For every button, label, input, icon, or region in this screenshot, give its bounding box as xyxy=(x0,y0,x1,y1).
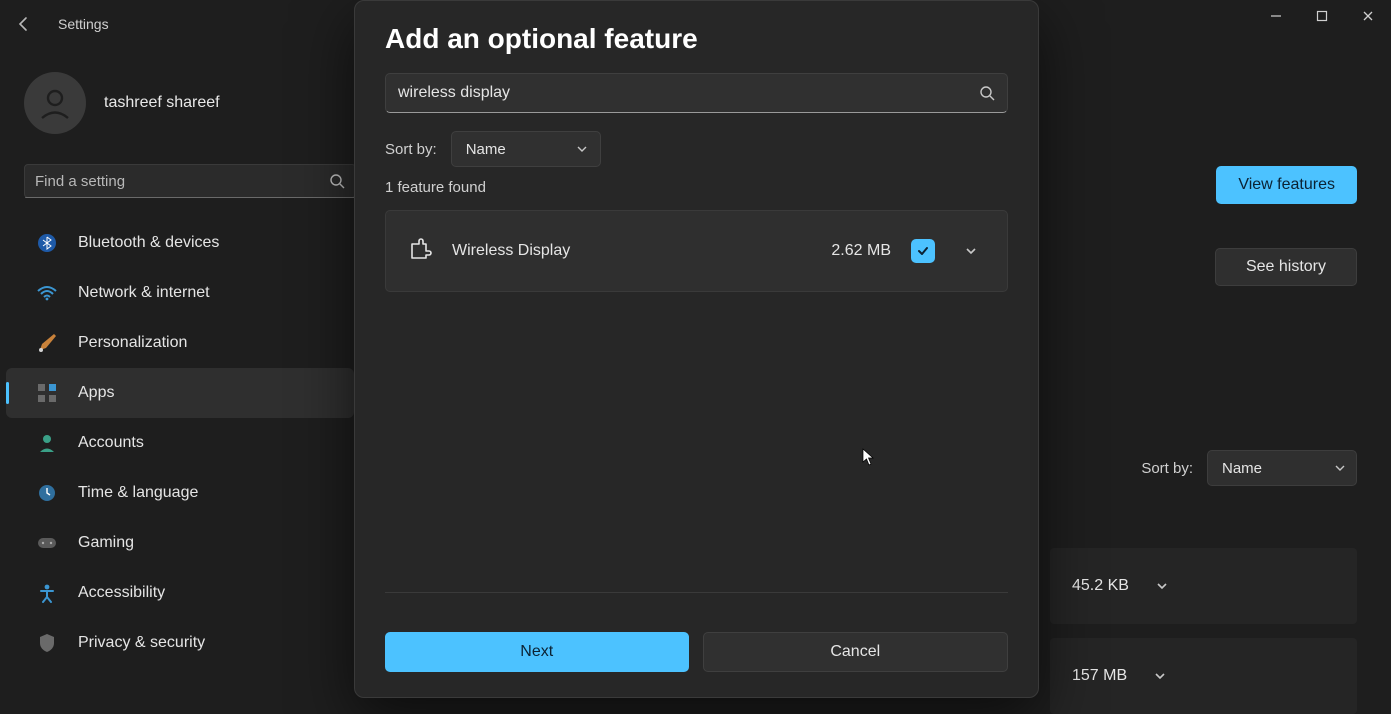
person-icon xyxy=(36,432,58,454)
back-button[interactable] xyxy=(0,0,48,48)
nav-item-person[interactable]: Accounts xyxy=(6,418,354,468)
add-optional-feature-dialog: Add an optional feature Sort by: Name 1 … xyxy=(354,0,1039,698)
bg-sort-label: Sort by: xyxy=(1141,460,1193,477)
chevron-down-icon xyxy=(1334,462,1346,474)
nav-item-bluetooth[interactable]: Bluetooth & devices xyxy=(6,218,354,268)
shield-icon xyxy=(36,632,58,654)
avatar xyxy=(24,72,86,134)
result-count: 1 feature found xyxy=(355,177,1038,210)
chevron-down-icon xyxy=(1153,669,1167,683)
nav-item-wifi[interactable]: Network & internet xyxy=(6,268,354,318)
feature-search-value[interactable] xyxy=(398,84,995,102)
chevron-down-icon xyxy=(1155,579,1169,593)
dialog-title: Add an optional feature xyxy=(355,1,1038,73)
nav-label: Apps xyxy=(78,384,114,402)
feature-size: 45.2 KB xyxy=(1072,577,1129,595)
clock-icon xyxy=(36,482,58,504)
nav-item-access[interactable]: Accessibility xyxy=(6,568,354,618)
window-close[interactable] xyxy=(1345,0,1391,32)
find-setting-input[interactable]: Find a setting xyxy=(24,164,356,198)
feature-size: 157 MB xyxy=(1072,667,1127,685)
installed-feature-row[interactable]: 157 MB xyxy=(1050,638,1357,714)
next-button[interactable]: Next xyxy=(385,632,689,672)
feature-size: 2.62 MB xyxy=(831,242,891,260)
brush-icon xyxy=(36,332,58,354)
nav-label: Personalization xyxy=(78,334,187,352)
puzzle-icon xyxy=(406,238,432,264)
nav-item-gamepad[interactable]: Gaming xyxy=(6,518,354,568)
nav-label: Time & language xyxy=(78,484,198,502)
cancel-button[interactable]: Cancel xyxy=(703,632,1009,672)
nav-label: Accounts xyxy=(78,434,144,452)
search-icon xyxy=(329,173,345,189)
nav-label: Accessibility xyxy=(78,584,165,602)
gamepad-icon xyxy=(36,532,58,554)
bluetooth-icon xyxy=(36,232,58,254)
bg-sort-dropdown[interactable]: Name xyxy=(1207,450,1357,486)
expand-button[interactable] xyxy=(955,235,987,267)
find-setting-placeholder: Find a setting xyxy=(35,173,125,190)
dialog-sort-dropdown[interactable]: Name xyxy=(451,131,601,167)
nav-item-clock[interactable]: Time & language xyxy=(6,468,354,518)
nav-label: Network & internet xyxy=(78,284,210,302)
dialog-sort-label: Sort by: xyxy=(385,141,437,158)
nav-item-brush[interactable]: Personalization xyxy=(6,318,354,368)
wifi-icon xyxy=(36,282,58,304)
nav-label: Gaming xyxy=(78,534,134,552)
view-features-button[interactable]: View features xyxy=(1216,166,1357,204)
feature-checkbox[interactable] xyxy=(911,239,935,263)
apps-icon xyxy=(36,382,58,404)
see-history-button[interactable]: See history xyxy=(1215,248,1357,286)
nav-item-apps[interactable]: Apps xyxy=(6,368,354,418)
window-maximize[interactable] xyxy=(1299,0,1345,32)
nav-label: Bluetooth & devices xyxy=(78,234,219,252)
feature-name: Wireless Display xyxy=(452,242,811,260)
user-name: tashreef shareef xyxy=(104,94,220,112)
user-header[interactable]: tashreef shareef xyxy=(0,58,360,154)
nav-label: Privacy & security xyxy=(78,634,205,652)
divider xyxy=(385,592,1008,593)
search-icon xyxy=(979,85,995,101)
feature-item[interactable]: Wireless Display 2.62 MB xyxy=(385,210,1008,292)
installed-feature-row[interactable]: 45.2 KB xyxy=(1050,548,1357,624)
nav-item-shield[interactable]: Privacy & security xyxy=(6,618,354,668)
chevron-down-icon xyxy=(576,143,588,155)
window-minimize[interactable] xyxy=(1253,0,1299,32)
window-title: Settings xyxy=(58,16,109,32)
bg-sort-value: Name xyxy=(1222,460,1262,477)
access-icon xyxy=(36,582,58,604)
feature-search-input[interactable] xyxy=(385,73,1008,113)
dialog-sort-value: Name xyxy=(466,141,506,158)
